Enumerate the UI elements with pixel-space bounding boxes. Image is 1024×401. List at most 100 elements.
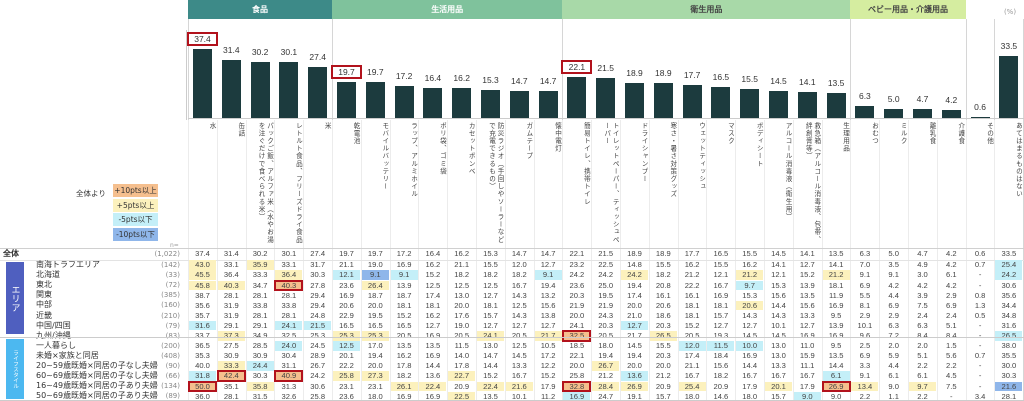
table-cell: 22.4: [477, 381, 504, 391]
bar-value-label: 37.4: [187, 31, 218, 46]
table-cell: 35.8: [246, 381, 274, 391]
table-cell: 45.8: [189, 280, 216, 290]
table-cell: 9.7: [736, 280, 764, 290]
table-cell: 18.9: [655, 249, 671, 259]
table-cell: 24.4: [246, 361, 274, 371]
table-cell: 18.2: [454, 270, 470, 280]
table-cell: 18.1: [684, 300, 700, 310]
table-cell: 30.3: [310, 270, 326, 280]
bar: [452, 88, 472, 118]
table-cell: 19.0: [367, 260, 383, 270]
table-cell: -: [978, 371, 982, 381]
table-cell: 4.5: [946, 371, 957, 381]
table-cell: 18.1: [684, 310, 700, 320]
table-cell: 14.1: [799, 249, 815, 259]
table-cell: 36.4: [275, 270, 303, 280]
table-cell: 9.1: [888, 270, 899, 280]
table-row-n: (385): [161, 291, 180, 300]
table-cell: 16.2: [425, 260, 441, 270]
table-cell: 14.3: [742, 310, 758, 320]
category-label: ドライシャンプー: [640, 122, 648, 183]
table-cell: 28.9: [310, 351, 326, 361]
table-cell: 31.6: [189, 320, 216, 331]
table-cell: 7.5: [917, 300, 928, 310]
table-cell: 18.2: [655, 270, 671, 280]
table-cell: 35.9: [246, 260, 274, 270]
group-header: 衛生用品: [562, 0, 851, 19]
table-cell: 23.1: [367, 381, 383, 391]
table-cell: 24.8: [310, 310, 326, 320]
table-cell: 14.7: [540, 249, 556, 259]
table-cell: 24.2: [621, 270, 648, 280]
table-cell: 45.5: [189, 270, 216, 280]
table-cell: 13.4: [851, 381, 879, 391]
table-cell: 2.9: [946, 290, 957, 300]
table-cell: 12.2: [540, 361, 556, 371]
table-cell: 12.7: [483, 290, 498, 300]
bar-value-label: 0.6: [974, 101, 986, 112]
bar: [913, 109, 932, 118]
bar: [481, 89, 500, 118]
table-cell: 16.7: [713, 280, 729, 290]
table-cell: 14.1: [771, 260, 786, 270]
table-cell: 18.2: [396, 371, 412, 381]
table-cell: 20.3: [655, 351, 671, 361]
table-cell: 14.0: [454, 351, 470, 361]
table-cell: 20.6: [655, 300, 671, 310]
bar: [625, 83, 644, 118]
bar: [337, 81, 356, 118]
table-cell: 14.4: [425, 361, 441, 371]
table-cell: 22.2: [339, 361, 354, 371]
table-cell: 18.7: [396, 290, 412, 300]
table-cell: 9.5: [830, 310, 842, 320]
bar-value-label: 17.7: [683, 70, 701, 81]
table-cell: 17.4: [684, 351, 700, 361]
table-cell: 17.2: [396, 249, 412, 259]
table-cell: 19.4: [627, 280, 642, 290]
table-cell: 35.6: [1001, 290, 1017, 300]
bar: [250, 62, 270, 118]
table-row-n: (72): [165, 281, 180, 290]
table-cell: 20.0: [569, 361, 585, 371]
bar: [884, 108, 904, 118]
table-cell: 16.1: [655, 290, 671, 300]
table-cell: 15.3: [742, 290, 758, 300]
bar: [653, 83, 673, 118]
table-cell: 22.7: [448, 371, 476, 381]
table-cell: 35.7: [195, 310, 210, 320]
table-cell: 14.4: [828, 361, 844, 371]
table-cell: 13.5: [828, 249, 844, 259]
table-cell: 27.3: [361, 371, 389, 381]
table-cell: 1.5: [946, 341, 957, 351]
table-cell: 35.5: [1001, 351, 1017, 361]
table-cell: 0.8: [974, 290, 986, 300]
bar: [682, 85, 702, 118]
table-cell: 24.2: [310, 371, 326, 381]
table-cell: 29.1: [223, 320, 239, 330]
table-cell: 4.7: [917, 249, 928, 259]
table-cell: 26.7: [592, 361, 620, 371]
table-cell: 20.1: [765, 381, 792, 391]
category-label: 介護食: [956, 122, 965, 145]
table-cell: 20.0: [454, 300, 470, 310]
category-label: ボディシート: [755, 122, 764, 168]
table-cell: 17.9: [799, 381, 815, 391]
table-cell: 13.0: [483, 341, 498, 351]
category-label: マスク: [726, 122, 735, 145]
group-header: 生活用品: [332, 0, 563, 19]
table-cell: 12.7: [799, 260, 815, 270]
bar-value-label: 14.1: [799, 76, 816, 87]
category-label: 救急箱（アルコール消毒液、包帯、絆創膏等）: [804, 122, 821, 244]
table-cell: 4.2: [946, 260, 957, 270]
table-cell: 12.5: [511, 300, 527, 310]
table-cell: 15.5: [655, 260, 671, 270]
table-row-label: 北海道: [36, 270, 60, 280]
table-cell: 11.5: [454, 341, 469, 351]
table-cell: 17.4: [425, 290, 441, 300]
table-cell: -: [978, 320, 982, 330]
table-cell: 28.1: [223, 290, 239, 300]
table-cell: 13.6: [621, 371, 648, 381]
table-cell: 18.1: [713, 300, 729, 310]
table-cell: 31.9: [223, 300, 239, 310]
bar: [308, 67, 328, 118]
